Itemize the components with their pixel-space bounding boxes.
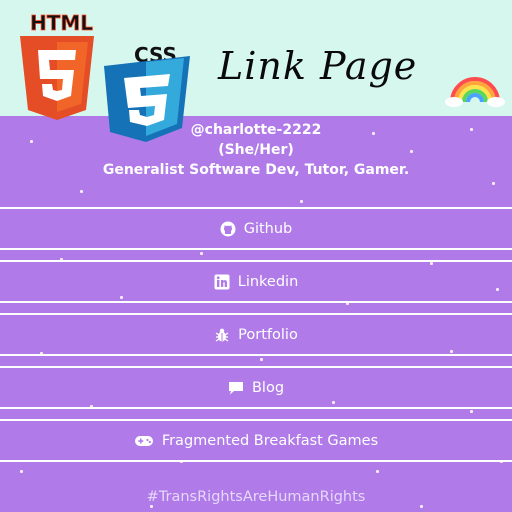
link-blog[interactable]: Blog — [0, 366, 512, 409]
github-icon — [220, 221, 236, 236]
link-label: Fragmented Breakfast Games — [161, 432, 379, 449]
link-list: Github Linkedin Portfolio Blog Fragmente… — [0, 207, 512, 472]
link-label: Blog — [251, 379, 285, 396]
footer-hashtag: #TransRightsAreHumanRights — [146, 489, 366, 505]
profile-section: @charlotte-2222 (She/Her) Generalist Sof… — [0, 120, 512, 180]
rainbow-icon — [445, 77, 505, 107]
profile-handle: @charlotte-2222 — [190, 122, 322, 138]
link-portfolio[interactable]: Portfolio — [0, 313, 512, 356]
link-github[interactable]: Github — [0, 207, 512, 250]
gamepad-icon — [134, 435, 153, 446]
chat-bubble-icon — [228, 381, 243, 394]
link-fragmented-breakfast-games[interactable]: Fragmented Breakfast Games — [0, 419, 512, 462]
profile-pronouns: (She/Her) — [218, 142, 294, 158]
html5-logo-icon: HTML — [20, 11, 94, 120]
link-linkedin[interactable]: Linkedin — [0, 260, 512, 303]
header-banner: HTML CSS Link Page — [0, 0, 512, 142]
html-logo-text: HTML — [30, 11, 93, 35]
link-label: Github — [243, 220, 293, 237]
page: HTML CSS Link Page @charlotte-2222 (She/… — [0, 0, 512, 512]
linkedin-icon — [214, 274, 230, 289]
profile-bio: Generalist Software Dev, Tutor, Gamer. — [102, 162, 410, 178]
page-title: Link Page — [218, 44, 418, 88]
bug-icon — [215, 328, 229, 342]
link-label: Linkedin — [237, 273, 299, 290]
link-label: Portfolio — [238, 326, 298, 343]
